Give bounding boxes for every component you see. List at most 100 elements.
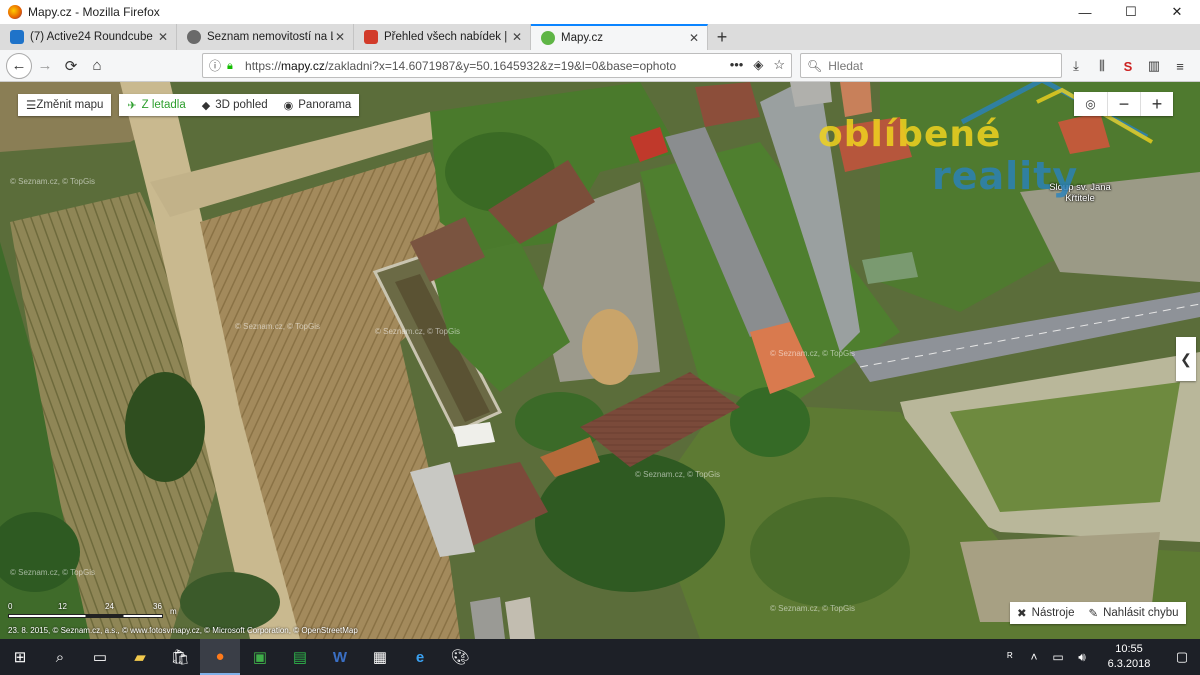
tab-label: Seznam nemovitostí na LV | Na [207,31,333,43]
tools-label: Nástroje [1031,607,1075,619]
firefox-logo-icon [8,5,22,19]
url-host: mapy.cz [281,58,325,73]
taskbar-search-button[interactable]: ⌕ [40,639,80,675]
bookmark-star-icon[interactable]: ☆ [773,57,785,73]
tab-mapy[interactable]: Mapy.cz ✕ [531,24,708,50]
search-icon: ⌕ [55,648,65,666]
scale-tick: 36 [153,602,162,611]
taskbar-xbox[interactable]: ▣ [240,639,280,675]
tools-button[interactable]: ✖ Nástroje [1010,602,1081,624]
new-tab-button[interactable]: + [708,24,736,50]
tab-seznam-nemovitosti[interactable]: Seznam nemovitostí na LV | Na ✕ [177,24,354,50]
taskbar-word[interactable]: W [320,639,360,675]
change-map-button[interactable]: ☰ Změnit mapu [18,94,112,116]
forward-button[interactable]: → [32,53,58,79]
view-mode-3d[interactable]: ◆ 3D pohled [194,94,276,116]
report-label: Nahlásit chybu [1103,607,1179,619]
maximize-button[interactable]: ☐ [1108,0,1154,24]
map-viewport[interactable]: © Seznam.cz, © TopGis © Seznam.cz, © Top… [0,82,1200,639]
window-title: Mapy.cz - Mozilla Firefox [28,5,160,19]
zoom-out-button[interactable]: − [1107,92,1140,116]
scale-tick: 0 [8,602,13,611]
eye-icon: ◉ [283,99,294,112]
url-text[interactable]: https://mapy.cz/zakladni?x=14.6071987&y=… [245,59,676,73]
pocket-icon[interactable]: ◈ [753,57,763,73]
tab-roundcube[interactable]: (7) Active24 Roundcube Webm ✕ [0,24,177,50]
tab-close-icon[interactable]: ✕ [510,30,524,44]
info-icon[interactable]: ⓘ [209,57,221,74]
map-watermark: © Seznam.cz, © TopGis [10,568,96,577]
clock-date: 6.3.2018 [1107,658,1151,670]
tab-close-icon[interactable]: ✕ [333,30,347,44]
change-map-label: Změnit mapu [36,99,104,111]
url-path: /zakladni?x=14.6071987&y=50.1645932&z=19… [324,58,677,73]
volume-icon[interactable]: 🔊︎ [1070,650,1094,665]
folder-icon: ▰ [134,649,146,666]
map-attribution[interactable]: 23. 8. 2015, © Seznam.cz, a.s., © www.fo… [8,626,358,635]
reload-button[interactable]: ⟳ [58,53,84,79]
home-button[interactable]: ⌂ [84,53,110,79]
zoom-in-button[interactable]: + [1140,92,1173,116]
menu-icon[interactable]: ≡ [1170,54,1190,78]
close-window-button[interactable]: ✕ [1154,0,1200,24]
view-mode-panorama[interactable]: ◉ Panorama [276,94,360,116]
tab-close-icon[interactable]: ✕ [156,30,170,44]
page-actions-icon[interactable]: ••• [730,57,744,73]
sidebar-icon[interactable]: ▥ [1144,54,1164,78]
taskbar-calculator[interactable]: ▦ [360,639,400,675]
start-button[interactable]: ⊞ [0,639,40,675]
tab-label: Mapy.cz [561,32,603,44]
side-panel-toggle[interactable]: ❮ [1176,337,1196,381]
locate-me-button[interactable]: ◎ [1074,92,1107,116]
map-watermark: © Seznam.cz, © TopGis [235,322,321,331]
view-mode-label: 3D pohled [215,99,268,111]
paint-icon: 🎨︎ [450,649,470,666]
task-view-button[interactable]: ▭ [80,639,120,675]
taskbar-spreadsheet[interactable]: ▤ [280,639,320,675]
word-icon: W [332,648,348,666]
realty-favicon-icon [364,30,378,44]
map-type-controls: ☰ Změnit mapu ✈ Z letadla ◆ 3D pohled ◉ … [18,94,360,116]
airplane-icon: ✈ [127,99,137,112]
download-icon[interactable]: ⤓ [1066,54,1086,78]
minimize-button[interactable]: — [1062,0,1108,24]
map-scale: 0 12 24 36 m [8,602,178,618]
window-titlebar: Mapy.cz - Mozilla Firefox — ☐ ✕ [0,0,1200,24]
windows-logo-icon: ⊞ [13,649,27,666]
chevron-up-icon[interactable]: ˄ [1022,650,1046,664]
pencil-icon: ✎ [1088,608,1099,620]
edge-icon: e [415,648,425,666]
tab-label: Přehled všech nabídek | Nabíd [384,31,510,43]
search-bar[interactable]: 🔍︎ Hledat [800,53,1062,78]
task-view-icon: ▭ [92,649,108,666]
taskbar-clock[interactable]: 10:55 6.3.2018 [1094,642,1164,672]
navigation-bar: ← → ⟳ ⌂ ⓘ 🔒︎ https://mapy.cz/zakladni?x=… [0,50,1200,82]
globe-favicon-icon [187,30,201,44]
notifications-icon[interactable]: ▢ [1164,649,1200,665]
taskbar-firefox[interactable]: ● [200,639,240,675]
report-error-button[interactable]: ✎ Nahlásit chybu [1081,602,1185,624]
view-mode-aerial[interactable]: ✈ Z letadla [119,94,193,116]
taskbar-store[interactable]: 🛍︎ [160,639,200,675]
url-prefix: https:// [245,58,282,73]
taskbar-edge[interactable]: e [400,639,440,675]
back-button[interactable]: ← [6,52,32,79]
people-icon[interactable]: ᴿ [998,650,1022,664]
map-tools: ✖ Nástroje ✎ Nahlásit chybu [1010,602,1186,624]
firefox-icon: ● [215,647,225,665]
view-mode-label: Panorama [298,99,352,111]
tab-label: (7) Active24 Roundcube Webm [30,31,156,43]
url-bar[interactable]: ⓘ 🔒︎ https://mapy.cz/zakladni?x=14.60719… [202,53,792,78]
taskbar-paint[interactable]: 🎨︎ [440,639,480,675]
scale-tick: 12 [58,602,67,611]
extension-s-icon[interactable]: S [1118,54,1138,78]
scale-tick: 24 [105,602,114,611]
library-icon[interactable]: ⫼ [1092,54,1112,78]
scale-unit: m [170,607,177,616]
tab-strip: (7) Active24 Roundcube Webm ✕ Seznam nem… [0,24,1200,50]
tab-prehled-nabidek[interactable]: Přehled všech nabídek | Nabíd ✕ [354,24,531,50]
network-icon[interactable]: ▭ [1046,650,1070,664]
taskbar-file-explorer[interactable]: ▰ [120,639,160,675]
zoom-controls: ◎ − + [1074,92,1173,116]
tab-close-icon[interactable]: ✕ [687,31,701,45]
